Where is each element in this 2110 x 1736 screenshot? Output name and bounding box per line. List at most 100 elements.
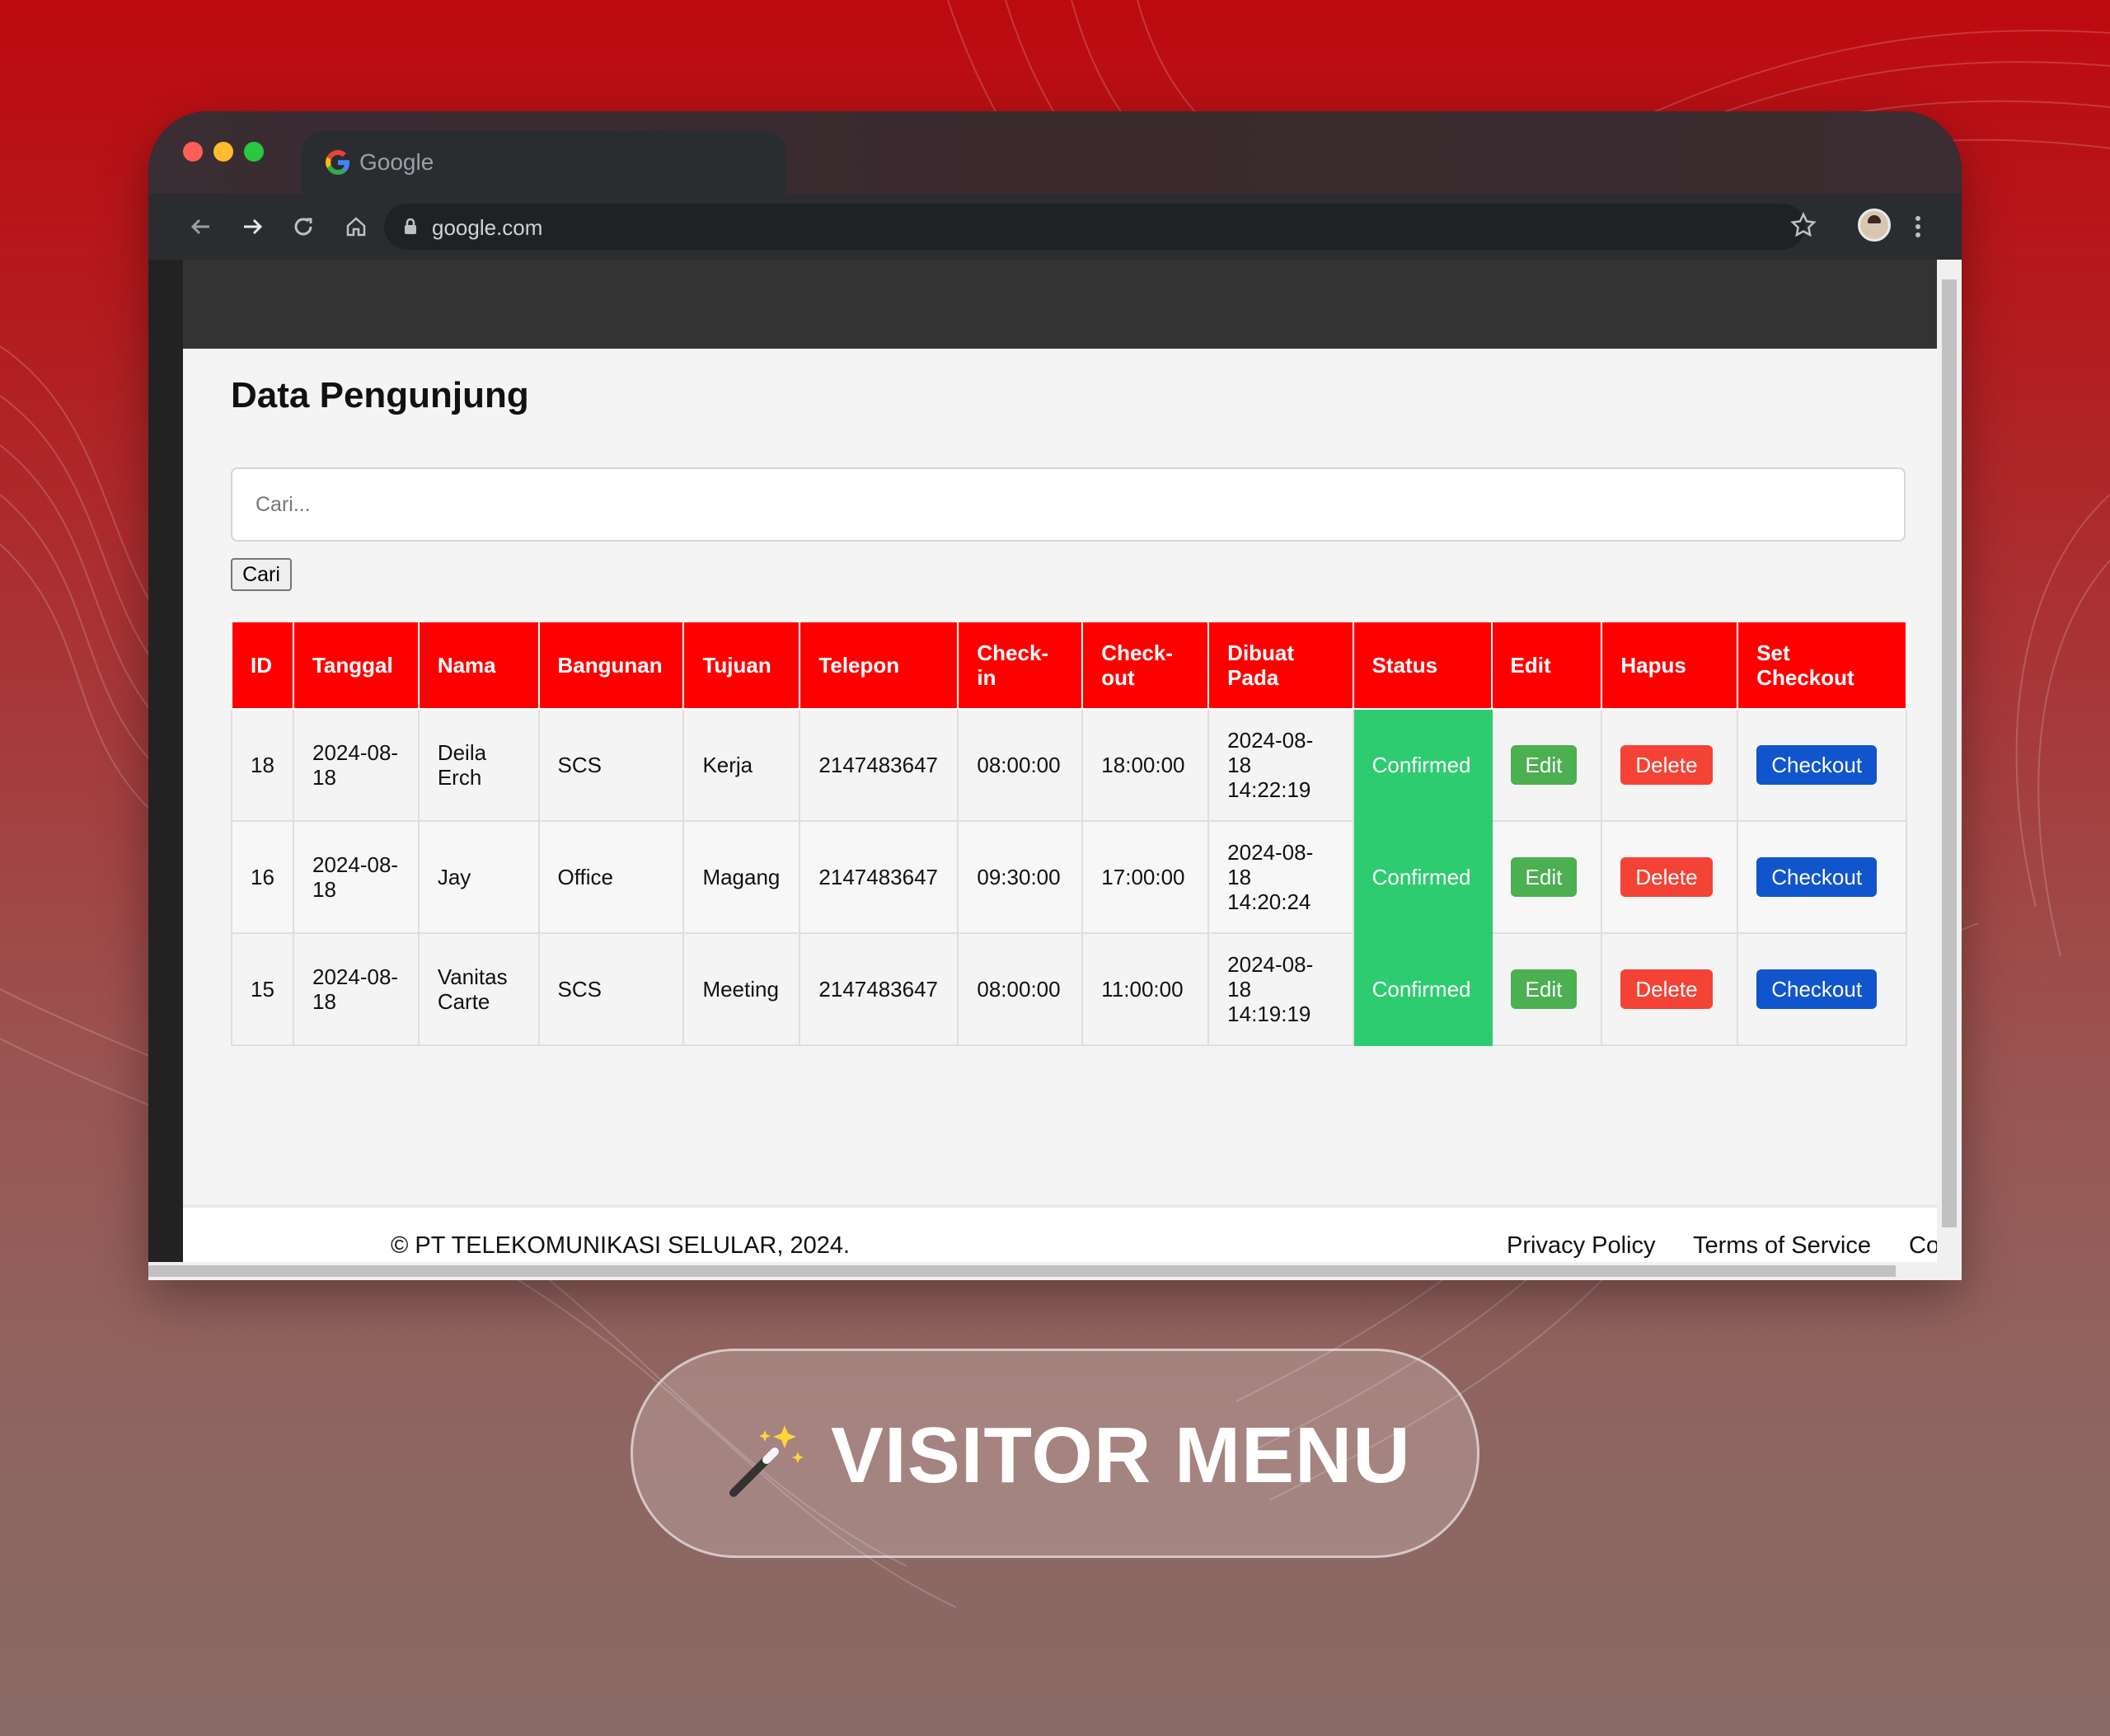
search-button[interactable]: Cari	[231, 558, 292, 591]
terms-of-service-link[interactable]: Terms of Service	[1693, 1232, 1871, 1260]
cell-tujuan: Meeting	[682, 932, 801, 1046]
search-input[interactable]	[231, 467, 1906, 542]
cell-set-checkout: Checkout	[1737, 820, 1907, 934]
cell-checkout: 17:00:00	[1081, 820, 1210, 934]
browser-window: Google google.com Data Pengunjung Cari..…	[148, 111, 1962, 1280]
cell-dibuat-pada: 2024-08-18 14:22:19	[1207, 708, 1354, 822]
cell-checkout: 18:00:00	[1081, 708, 1210, 822]
visitor-menu-badge: VISITOR MENU	[631, 1349, 1479, 1558]
delete-button[interactable]: Delete	[1620, 857, 1713, 897]
cell-checkout: 11:00:00	[1081, 932, 1210, 1046]
browser-tab-bar: Google	[148, 111, 1962, 194]
reload-icon[interactable]	[288, 212, 318, 242]
close-window-button[interactable]	[183, 142, 203, 162]
cell-edit: Edit	[1490, 708, 1603, 822]
browser-tab[interactable]: Google	[302, 131, 786, 194]
cell-telepon: 2147483647	[799, 820, 959, 934]
page-header-bar	[183, 260, 1937, 349]
cell-checkin: 09:30:00	[957, 820, 1084, 934]
badge-label: VISITOR MENU	[831, 1411, 1411, 1499]
profile-avatar[interactable]	[1858, 209, 1891, 242]
cell-nama: Vanitas Carte	[417, 932, 540, 1046]
cell-id: 18	[231, 708, 294, 822]
visitor-table: ID Tanggal Nama Bangunan Tujuan Telepon …	[231, 621, 1907, 1046]
edit-button[interactable]: Edit	[1510, 745, 1578, 785]
cell-bangunan: Office	[537, 820, 685, 934]
table-header-row: ID Tanggal Nama Bangunan Tujuan Telepon …	[231, 621, 1907, 710]
contact-us-link[interactable]: Contact Us	[1909, 1232, 1937, 1262]
column-header-tujuan: Tujuan	[682, 621, 801, 710]
delete-button[interactable]: Delete	[1620, 745, 1713, 785]
column-header-checkout: Check-out	[1081, 621, 1210, 710]
cell-nama: Jay	[417, 820, 540, 934]
checkout-button[interactable]: Checkout	[1756, 969, 1878, 1009]
status-badge: Confirmed	[1352, 932, 1493, 1046]
cell-nama: Deila Erch	[417, 708, 540, 822]
page-footer: © PT TELEKOMUNIKASI SELULAR, 2024. Priva…	[183, 1204, 1937, 1262]
cell-id: 15	[231, 932, 294, 1046]
maximize-window-button[interactable]	[244, 142, 264, 162]
horizontal-scrollbar[interactable]	[148, 1262, 1962, 1280]
cell-set-checkout: Checkout	[1737, 932, 1907, 1046]
cell-hapus: Delete	[1601, 708, 1739, 822]
forward-arrow-icon[interactable]	[237, 212, 267, 242]
column-header-tanggal: Tanggal	[292, 621, 420, 710]
web-page: Data Pengunjung Cari ID Tanggal Nama Ban…	[183, 260, 1937, 1262]
column-header-checkin: Check-in	[957, 621, 1084, 710]
status-badge: Confirmed	[1352, 708, 1493, 822]
cell-hapus: Delete	[1601, 932, 1739, 1046]
edit-button[interactable]: Edit	[1510, 969, 1578, 1009]
cell-checkin: 08:00:00	[957, 708, 1084, 822]
magic-wand-icon	[729, 1425, 804, 1497]
cell-edit: Edit	[1490, 932, 1603, 1046]
home-icon[interactable]	[341, 212, 371, 242]
table-row: 18 2024-08-18 Deila Erch SCS Kerja 21474…	[231, 708, 1907, 822]
google-logo-icon	[326, 150, 349, 175]
cell-telepon: 2147483647	[799, 932, 959, 1046]
browser-viewport: Data Pengunjung Cari ID Tanggal Nama Ban…	[148, 260, 1962, 1280]
edit-button[interactable]: Edit	[1510, 857, 1578, 897]
cell-tanggal: 2024-08-18	[292, 932, 420, 1046]
page-title: Data Pengunjung	[231, 375, 529, 415]
cell-telepon: 2147483647	[799, 708, 959, 822]
lock-icon	[405, 218, 416, 234]
url-text: google.com	[432, 215, 543, 240]
tab-title: Google	[359, 149, 434, 175]
cell-bangunan: SCS	[537, 708, 685, 822]
footer-copyright: © PT TELEKOMUNIKASI SELULAR, 2024.	[391, 1232, 851, 1259]
checkout-button[interactable]: Checkout	[1756, 857, 1878, 897]
cell-tujuan: Kerja	[682, 708, 801, 822]
cell-id: 16	[231, 820, 294, 934]
cell-tanggal: 2024-08-18	[292, 820, 420, 934]
checkout-button[interactable]: Checkout	[1756, 745, 1878, 785]
back-arrow-icon[interactable]	[186, 212, 216, 242]
column-header-id: ID	[231, 621, 294, 710]
cell-edit: Edit	[1490, 820, 1603, 934]
table-row: 16 2024-08-18 Jay Office Magang 21474836…	[231, 820, 1907, 934]
browser-toolbar: google.com	[148, 194, 1962, 260]
column-header-edit: Edit	[1490, 621, 1603, 710]
cell-tanggal: 2024-08-18	[292, 708, 420, 822]
privacy-policy-link[interactable]: Privacy Policy	[1507, 1232, 1656, 1260]
column-header-dibuat-pada: Dibuat Pada	[1207, 621, 1354, 710]
cell-hapus: Delete	[1601, 820, 1739, 934]
column-header-set-checkout: Set Checkout	[1737, 621, 1907, 710]
delete-button[interactable]: Delete	[1620, 969, 1713, 1009]
status-badge: Confirmed	[1352, 820, 1493, 934]
cell-dibuat-pada: 2024-08-18 14:20:24	[1207, 820, 1354, 934]
cell-bangunan: SCS	[537, 932, 685, 1046]
minimize-window-button[interactable]	[213, 142, 233, 162]
cell-set-checkout: Checkout	[1737, 708, 1907, 822]
more-options-icon[interactable]	[1914, 212, 1922, 242]
cell-checkin: 08:00:00	[957, 932, 1084, 1046]
column-header-nama: Nama	[417, 621, 540, 710]
vertical-scrollbar[interactable]	[1937, 260, 1962, 1280]
vertical-scrollbar-thumb[interactable]	[1942, 279, 1957, 1227]
column-header-hapus: Hapus	[1601, 621, 1739, 710]
address-bar[interactable]: google.com	[384, 204, 1805, 250]
table-row: 15 2024-08-18 Vanitas Carte SCS Meeting …	[231, 932, 1907, 1046]
horizontal-scrollbar-thumb[interactable]	[148, 1265, 1896, 1277]
cell-dibuat-pada: 2024-08-18 14:19:19	[1207, 932, 1354, 1046]
bookmark-star-icon[interactable]	[1789, 210, 1818, 240]
cell-tujuan: Magang	[682, 820, 801, 934]
